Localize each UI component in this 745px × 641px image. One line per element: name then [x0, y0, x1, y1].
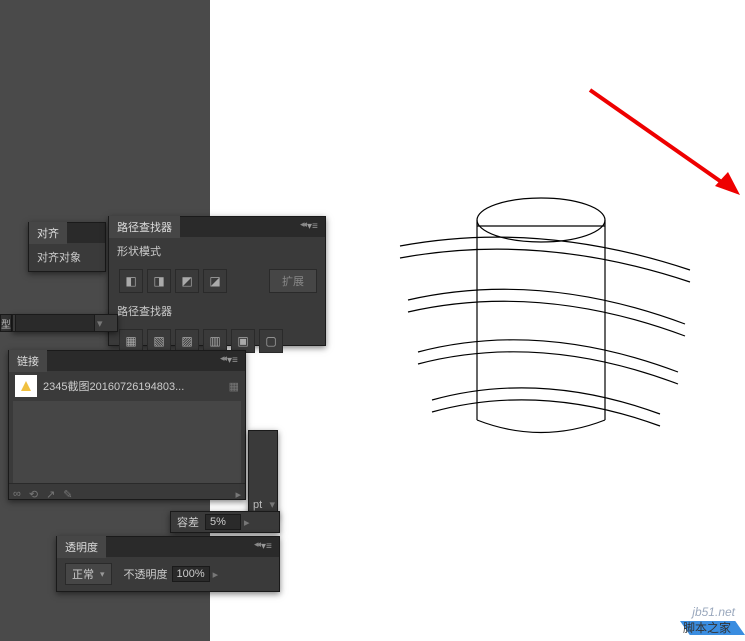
links-tab[interactable]: 链接: [9, 350, 47, 372]
tolerance-panel[interactable]: 容差 5% ▸: [170, 511, 280, 533]
links-empty-area: [13, 401, 241, 483]
unit-label: pt: [253, 499, 262, 511]
links-footer: ∞ ⟲ ↗ ✎ ▸: [9, 483, 245, 505]
goto-icon[interactable]: ↗: [46, 488, 55, 501]
expand-button[interactable]: 扩展: [269, 269, 317, 293]
type-input-strip[interactable]: ▾: [12, 314, 118, 332]
pathfinders-label: 路径查找器: [109, 297, 325, 325]
type-strip-label: 型: [0, 314, 12, 332]
pathfinder-panel[interactable]: 路径查找器 ◂◂ ▾≡ 形状模式 ◧ ◨ ◩ ◪ 扩展 路径查找器 ▦ ▧ ▨ …: [108, 216, 326, 346]
link-item-row[interactable]: 2345截图20160726194803... ▦: [9, 371, 245, 401]
transparency-panel[interactable]: 透明度 ◂◂ ▾≡ 正常 不透明度 100% ▸: [56, 536, 280, 592]
dropdown-icon[interactable]: ▾: [269, 498, 275, 511]
align-tab[interactable]: 对齐: [29, 222, 67, 244]
pathfinder-tab[interactable]: 路径查找器: [109, 216, 180, 238]
unite-icon[interactable]: ◧: [119, 269, 143, 293]
dropdown-icon[interactable]: ▾: [97, 317, 103, 330]
flyout-menu-icon[interactable]: ▾≡: [307, 221, 321, 231]
collapse-icon[interactable]: ◂◂: [300, 219, 305, 230]
scrubber-icon[interactable]: ▸: [244, 516, 250, 529]
cylinder-drawing: [360, 160, 700, 460]
opacity-label: 不透明度: [124, 566, 168, 582]
edit-icon[interactable]: ✎: [63, 488, 72, 501]
flyout-menu-icon[interactable]: ▾≡: [261, 541, 275, 551]
link-thumbnail: [15, 375, 37, 397]
minus-front-icon[interactable]: ◨: [147, 269, 171, 293]
opacity-value[interactable]: 100%: [172, 566, 210, 582]
watermark: jb51.net: [692, 605, 735, 619]
site-footer-label: 脚本之家: [683, 619, 731, 636]
type-input[interactable]: [15, 314, 95, 332]
link-info-icon[interactable]: ▦: [229, 380, 239, 393]
collapse-icon[interactable]: ◂◂: [220, 353, 225, 364]
flyout-menu-icon[interactable]: ▾≡: [227, 355, 241, 365]
tolerance-label: 容差: [177, 514, 199, 530]
align-section: 对齐对象: [29, 243, 105, 271]
shape-modes-label: 形状模式: [109, 237, 325, 265]
minus-back-icon[interactable]: ▢: [259, 329, 283, 353]
update-icon[interactable]: ⟲: [29, 488, 38, 501]
tolerance-value[interactable]: 5%: [205, 514, 241, 530]
relink-icon[interactable]: ∞: [13, 488, 21, 501]
blend-mode-dropdown[interactable]: 正常: [65, 563, 112, 585]
scrubber-icon[interactable]: ▸: [213, 568, 219, 581]
links-panel[interactable]: 链接 ◂◂ ▾≡ 2345截图20160726194803... ▦ ∞ ⟲ ↗…: [8, 350, 246, 500]
intersect-icon[interactable]: ◩: [175, 269, 199, 293]
link-filename: 2345截图20160726194803...: [43, 378, 184, 394]
collapse-icon[interactable]: ◂◂: [254, 539, 259, 550]
expand-details-icon[interactable]: ▸: [235, 488, 241, 501]
align-panel[interactable]: 对齐 对齐对象: [28, 222, 106, 272]
transparency-tab[interactable]: 透明度: [57, 536, 106, 558]
stroke-pt-strip[interactable]: pt ▾: [248, 430, 278, 518]
exclude-icon[interactable]: ◪: [203, 269, 227, 293]
